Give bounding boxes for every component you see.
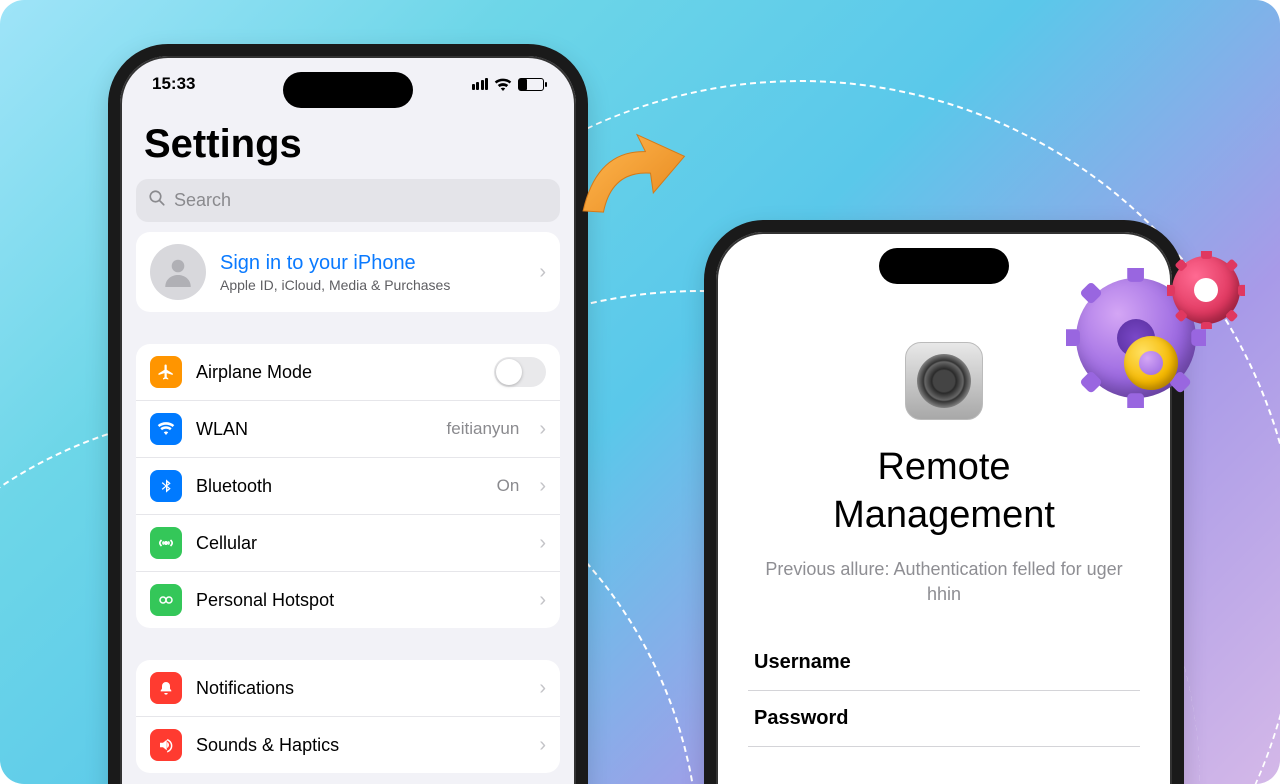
chevron-right-icon: › [539,261,546,284]
signin-card[interactable]: Sign in to your iPhone Apple ID, iCloud,… [136,232,560,312]
settings-group-alerts: Notifications › Sounds & Haptics › [136,660,560,773]
setting-label: Cellular [196,533,257,554]
signin-subtitle: Apple ID, iCloud, Media & Purchases [220,277,450,293]
settings-row-cellular[interactable]: Cellular › [136,515,560,572]
remote-management-message: Previous allure: Authentication felled f… [756,557,1132,607]
settings-app-icon [905,342,983,420]
chevron-right-icon: › [539,589,546,612]
search-input[interactable]: Search [136,179,560,222]
illustration-canvas: 15:33 Settings Search Sign i [0,0,1280,784]
settings-row-notifications[interactable]: Notifications › [136,660,560,717]
chevron-right-icon: › [539,677,546,700]
status-time: 15:33 [152,74,195,94]
notifications-icon [150,672,182,704]
sounds-icon [150,729,182,761]
search-placeholder: Search [174,190,231,211]
settings-row-bluetooth[interactable]: Bluetooth On › [136,458,560,515]
dynamic-island [879,248,1009,284]
arrow-icon [564,118,695,224]
setting-label: Sounds & Haptics [196,735,339,756]
cellular-icon [150,527,182,559]
bluetooth-icon [150,470,182,502]
wifi-status-icon [494,77,512,91]
battery-icon [518,78,544,91]
setting-value: feitianyun [447,419,520,439]
settings-row-airplane-mode[interactable]: Airplane Mode [136,344,560,401]
phone-settings: 15:33 Settings Search Sign i [108,44,588,784]
setting-value: On [497,476,520,496]
setting-label: Personal Hotspot [196,590,334,611]
settings-row-sounds-haptics[interactable]: Sounds & Haptics › [136,717,560,773]
toggle-switch[interactable] [494,357,546,387]
hotspot-icon [150,584,182,616]
chevron-right-icon: › [539,532,546,555]
chevron-right-icon: › [539,418,546,441]
search-icon [148,189,166,212]
settings-row-wlan[interactable]: WLAN feitianyun › [136,401,560,458]
signin-title: Sign in to your iPhone [220,252,450,275]
password-field[interactable]: Password [748,691,1140,747]
page-title: Settings [120,100,576,179]
setting-label: Bluetooth [196,476,272,497]
setting-label: Airplane Mode [196,362,312,383]
remote-management-title: Remote Management [748,444,1140,539]
red-gear-icon [1172,256,1240,324]
setting-label: Notifications [196,678,294,699]
signal-icon [472,78,489,90]
settings-row-personal-hotspot[interactable]: Personal Hotspot › [136,572,560,628]
chevron-right-icon: › [539,734,546,757]
username-field[interactable]: Username [748,635,1140,691]
yellow-ring-icon [1124,336,1178,390]
wifi-icon [150,413,182,445]
chevron-right-icon: › [539,475,546,498]
dynamic-island [283,72,413,108]
gear-cluster-decoration [1076,256,1246,426]
airplane-icon [150,356,182,388]
settings-group-connectivity: Airplane Mode WLAN feitianyun › Bluetooth On ›… [136,344,560,628]
setting-label: WLAN [196,419,248,440]
avatar-placeholder-icon [150,244,206,300]
